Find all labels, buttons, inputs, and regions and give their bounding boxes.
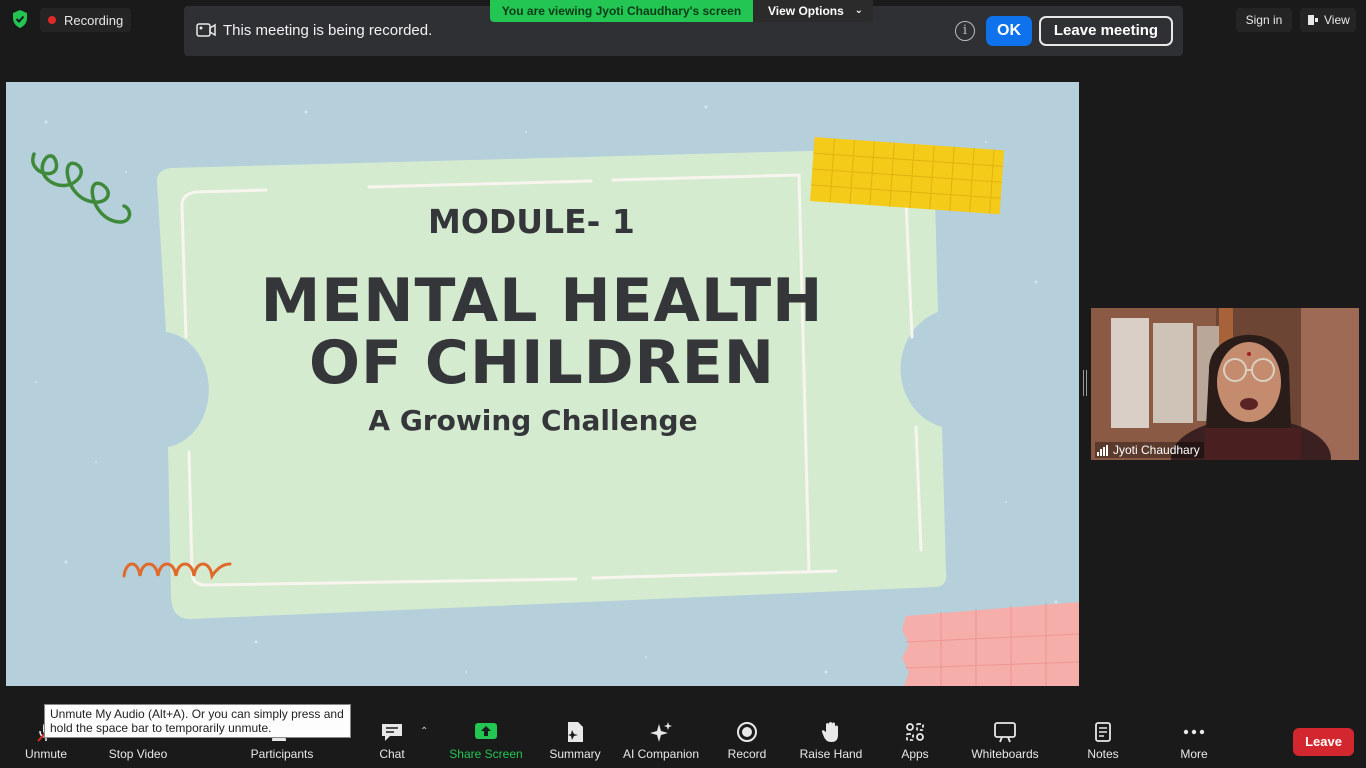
chat-label: Chat <box>379 747 405 761</box>
view-layout-icon <box>1308 15 1318 25</box>
view-label: View <box>1324 13 1350 27</box>
apps-button[interactable]: Apps <box>886 716 944 768</box>
share-screen-icon <box>475 723 497 739</box>
panel-resize-handle[interactable] <box>1083 370 1087 396</box>
apps-label: Apps <box>901 747 929 761</box>
ai-companion-button[interactable]: AI Companion <box>618 716 704 768</box>
chevron-down-icon: ⌄ <box>854 5 863 16</box>
record-icon <box>737 722 757 742</box>
participant-video-tile[interactable]: Jyoti Chaudhary <box>1091 308 1359 460</box>
chat-bubble-icon <box>382 724 402 741</box>
summary-label: Summary <box>549 747 601 761</box>
summary-button[interactable]: Summary <box>540 716 610 768</box>
chat-options-caret-icon[interactable]: ⌃ <box>420 726 428 737</box>
more-dots-icon <box>1183 729 1205 735</box>
participant-video-frame <box>1091 308 1359 460</box>
leave-button[interactable]: Leave <box>1293 728 1354 756</box>
signal-strength-icon <box>1097 444 1108 456</box>
raise-hand-button[interactable]: Raise Hand <box>796 716 866 768</box>
recording-label: Recording <box>64 12 124 28</box>
video-camera-icon <box>196 23 216 37</box>
record-label: Record <box>727 747 767 761</box>
stop-video-label: Stop Video <box>108 747 168 761</box>
ok-button[interactable]: OK <box>986 16 1032 46</box>
participant-name: Jyoti Chaudhary <box>1113 443 1200 457</box>
slide-subtitle: A Growing Challenge <box>368 404 698 437</box>
chat-button[interactable]: Chat <box>360 716 424 768</box>
sign-in-button[interactable]: Sign in <box>1236 8 1292 32</box>
recording-dot-icon <box>48 16 56 24</box>
whiteboards-label: Whiteboards <box>971 747 1039 761</box>
unmute-tooltip: Unmute My Audio (Alt+A). Or you can simp… <box>44 704 351 738</box>
more-label: More <box>1180 747 1208 761</box>
recording-indicator[interactable]: Recording <box>40 8 132 32</box>
info-icon[interactable]: i <box>955 21 975 41</box>
view-button[interactable]: View <box>1300 8 1356 32</box>
slide-title: MENTAL HEALTH OF CHILDREN <box>206 270 878 394</box>
slide-title-line-2: OF CHILDREN <box>309 328 775 398</box>
raise-hand-icon <box>821 722 838 742</box>
security-shield-icon[interactable] <box>10 9 30 29</box>
share-screen-label: Share Screen <box>449 747 523 761</box>
viewing-screen-label: You are viewing Jyoti Chaudhary's screen <box>490 0 753 22</box>
unmute-label: Unmute <box>24 747 68 761</box>
view-options-label: View Options <box>768 4 844 18</box>
whiteboard-icon <box>994 722 1016 743</box>
more-button[interactable]: More <box>1166 716 1222 768</box>
leave-meeting-button[interactable]: Leave meeting <box>1039 16 1173 46</box>
record-button[interactable]: Record <box>716 716 778 768</box>
slide-module-text: MODULE- 1 <box>428 202 635 241</box>
screen-share-status-bar: You are viewing Jyoti Chaudhary's screen… <box>490 0 873 22</box>
notes-button[interactable]: Notes <box>1076 716 1130 768</box>
raise-hand-label: Raise Hand <box>799 747 863 761</box>
participants-label: Participants <box>250 747 314 761</box>
zoom-meeting-window: Recording This meeting is being recorded… <box>0 0 1366 768</box>
slide-title-line-1: MENTAL HEALTH <box>260 266 824 336</box>
summary-document-icon <box>568 722 583 742</box>
banner-message: This meeting is being recorded. <box>223 22 433 39</box>
ai-companion-label: AI Companion <box>622 747 700 761</box>
shared-screen-slide: MODULE- 1 MENTAL HEALTH OF CHILDREN A Gr… <box>6 82 1079 686</box>
notes-icon <box>1095 722 1111 742</box>
whiteboards-button[interactable]: Whiteboards <box>962 716 1048 768</box>
share-screen-button[interactable]: Share Screen <box>446 716 526 768</box>
ai-sparkle-icon <box>650 722 672 742</box>
participant-name-label: Jyoti Chaudhary <box>1095 442 1204 458</box>
view-options-button[interactable]: View Options ⌄ <box>753 0 873 22</box>
apps-grid-icon <box>906 723 924 741</box>
notes-label: Notes <box>1087 747 1119 761</box>
